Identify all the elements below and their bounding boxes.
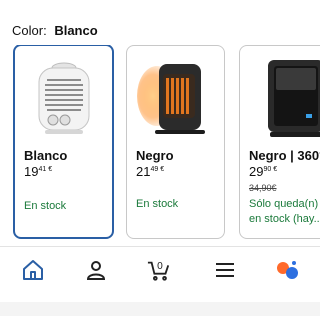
variant-card-negro[interactable]: Negro 2149 € En stock <box>126 45 225 239</box>
cart-count: 0 <box>157 261 163 272</box>
tower-heater-image <box>268 60 320 137</box>
variant-name: Negro | 360° <box>249 148 320 163</box>
bottom-navigation: 0 <box>0 250 320 290</box>
variant-price: 1941 € <box>24 164 53 179</box>
nav-divider <box>0 246 320 247</box>
variant-card-negro-360[interactable]: Negro | 360° 2990 € 34,90€ Sólo queda(n)… <box>239 45 320 239</box>
old-price: 34,90€ <box>249 183 277 193</box>
variant-card-blanco[interactable]: Blanco 1941 € En stock <box>13 45 114 239</box>
black-heater-image <box>137 64 205 134</box>
account-icon[interactable] <box>84 258 108 282</box>
selected-color: Blanco <box>54 23 98 38</box>
bottom-bar <box>0 302 320 316</box>
variant-carousel[interactable]: Blanco 1941 € En stock Negro 2149 € En s… <box>0 45 320 243</box>
stock-status-line: Sólo queda(n) 1 <box>249 198 320 210</box>
white-heater-image <box>38 62 90 134</box>
variant-name: Blanco <box>24 148 68 163</box>
color-selector: Color: Blanco <box>12 23 98 38</box>
stock-status-line: en stock (hay... <box>249 213 320 225</box>
variant-name: Negro <box>136 148 174 163</box>
variant-price: 2149 € <box>136 164 165 179</box>
cart-icon[interactable]: 0 <box>147 258 173 282</box>
stock-status: En stock <box>136 198 179 210</box>
stock-status: En stock <box>24 200 67 212</box>
home-icon[interactable] <box>21 258 45 282</box>
assistant-icon[interactable] <box>275 258 299 282</box>
variant-price: 2990 € <box>249 164 278 179</box>
menu-icon[interactable] <box>213 258 237 282</box>
color-label: Color: <box>12 23 47 38</box>
